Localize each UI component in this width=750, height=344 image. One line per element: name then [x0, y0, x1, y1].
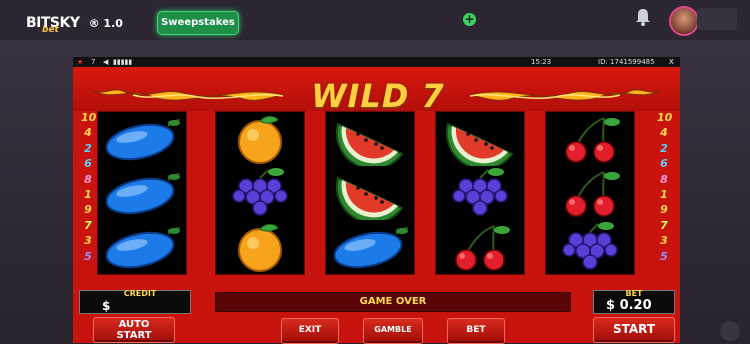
payline-number: 2	[84, 141, 92, 155]
watermelon-icon	[326, 112, 414, 170]
flame-right-decoration	[470, 89, 660, 101]
version-label: ® 1.0	[88, 17, 123, 30]
sound-bars-icon[interactable]: ▮▮▮▮▮	[113, 57, 132, 67]
game-message: GAME OVER	[215, 292, 571, 312]
user-avatar[interactable]	[669, 6, 699, 36]
session-id: ID: 1741599485	[598, 58, 655, 66]
bet-button[interactable]: BET	[447, 318, 505, 344]
cherries-icon	[436, 220, 524, 274]
flame-left-decoration	[93, 89, 283, 101]
credit-label: CREDIT	[123, 289, 157, 298]
payline-numbers-right: 10 4 2 6 8 1 9 7 3 5	[657, 111, 673, 265]
chat-icon[interactable]	[720, 321, 740, 341]
auto-start-label-1: AUTO	[118, 319, 150, 330]
grapes-icon	[546, 220, 634, 274]
watermelon-icon	[436, 112, 524, 170]
game-header: WILD 7	[73, 67, 680, 115]
plum-icon	[98, 166, 186, 220]
plum-icon	[98, 220, 186, 274]
close-game-button[interactable]: X	[669, 57, 674, 67]
notification-bell-icon[interactable]	[634, 7, 652, 27]
payline-number: 8	[84, 172, 92, 186]
watermelon-icon	[326, 166, 414, 224]
payline-number: 9	[84, 203, 92, 217]
gamble-button[interactable]: GAMBLE	[363, 318, 423, 344]
logo-subtext: bet	[42, 25, 59, 35]
payline-number: 10	[657, 111, 673, 124]
top-bar: BITSKY ® 1.0 bet Sweepstakes +	[0, 0, 750, 40]
sweepstakes-button[interactable]: Sweepstakes	[157, 11, 239, 35]
orange-icon	[216, 112, 304, 166]
add-funds-button[interactable]: +	[463, 13, 476, 26]
payline-number: 3	[660, 234, 668, 248]
speaker-icon[interactable]: ◀	[103, 57, 108, 67]
auto-start-label-2: START	[116, 330, 152, 341]
payline-number: 5	[660, 249, 668, 263]
slot-game: ★ 7 ◀ ▮▮▮▮▮ 15:23 ID: 1741599485 X WILD …	[73, 57, 680, 344]
site-logo[interactable]: BITSKY ® 1.0 bet	[26, 12, 123, 36]
reel-5	[545, 111, 635, 275]
payline-number: 6	[84, 157, 92, 171]
payline-number: 1	[660, 187, 668, 201]
reel-4	[435, 111, 525, 275]
clock-time: 15:23	[531, 58, 552, 66]
language-flag-icon[interactable]: ★	[77, 57, 83, 67]
grapes-icon	[216, 166, 304, 220]
payline-number: 7	[660, 218, 668, 232]
payline-number: 7	[84, 218, 92, 232]
cherries-icon	[546, 166, 634, 220]
payline-number: 6	[660, 157, 668, 171]
exit-label: EXIT	[298, 325, 322, 335]
payline-number: 10	[81, 111, 97, 124]
auto-start-button[interactable]: AUTO START	[93, 317, 175, 343]
payline-number: 9	[660, 203, 668, 217]
reel-3	[325, 111, 415, 275]
grapes-icon	[436, 166, 524, 220]
game-status-strip: ★ 7 ◀ ▮▮▮▮▮ 15:23 ID: 1741599485 X	[73, 57, 680, 67]
plum-icon	[326, 220, 414, 274]
payline-number: 1	[84, 187, 92, 201]
gamble-label: GAMBLE	[374, 325, 412, 334]
payline-number: 2	[660, 141, 668, 155]
credit-value: $	[102, 299, 111, 313]
payline-number: 4	[84, 126, 92, 140]
orange-icon	[216, 220, 304, 274]
sweepstakes-label: Sweepstakes	[161, 17, 235, 28]
payline-numbers-left: 10 4 2 6 8 1 9 7 3 5	[81, 111, 97, 265]
exit-button[interactable]: EXIT	[281, 318, 339, 344]
reel-1	[97, 111, 187, 275]
plum-icon	[98, 112, 186, 166]
bet-button-label: BET	[466, 325, 486, 335]
payline-number: 4	[660, 126, 668, 140]
start-button[interactable]: START	[593, 317, 675, 343]
payline-number: 5	[84, 249, 92, 263]
bet-display: BET $ 0.20	[593, 289, 675, 314]
payline-number: 3	[84, 234, 92, 248]
credit-display: CREDIT $	[79, 289, 191, 314]
cherries-icon	[546, 112, 634, 166]
account-dropdown[interactable]	[697, 8, 737, 30]
game-number: 7	[91, 58, 96, 66]
bet-label: BET	[625, 289, 643, 298]
bet-value: $ 0.20	[606, 298, 652, 313]
payline-number: 8	[660, 172, 668, 186]
start-label: START	[612, 322, 656, 336]
reel-2	[215, 111, 305, 275]
